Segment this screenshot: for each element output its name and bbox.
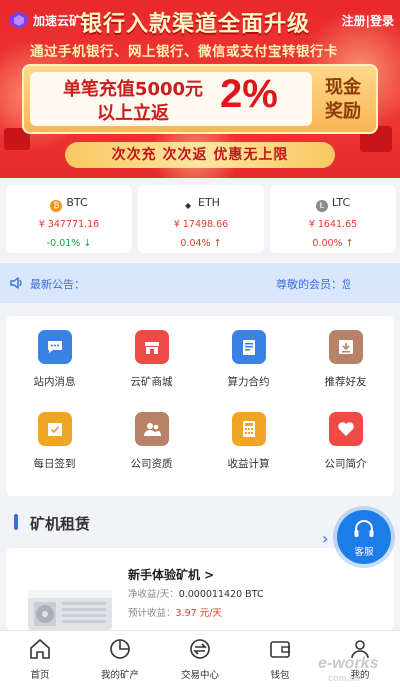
product-card[interactable]: 新手体验矿机 > 净收益/天：0.000011420 BTC 预计收益：3.97… (6, 548, 394, 630)
promo-box: 单笔充值5000元 以上立返 2% 现金 奖励 (22, 64, 378, 134)
grid-item-label: 公司简介 (324, 458, 367, 470)
grid-item-label: 站内消息 (33, 376, 76, 388)
nav-home[interactable]: 首页 (0, 631, 80, 687)
app-name: 加速云矿 (33, 14, 82, 28)
product-estimate: 预计收益：3.97 元/天 (128, 605, 222, 619)
ticker-change-value: 0.04% (180, 238, 211, 249)
bitcoin-icon: ₿ (50, 200, 63, 212)
headset-icon (354, 520, 374, 537)
watermark-sub: com.cn (328, 673, 360, 683)
customer-service-button[interactable]: 客服 (337, 510, 391, 564)
ticker-btc[interactable]: ₿ BTC ¥ 347771.16 -0.01% ↓ (6, 185, 132, 253)
ticker-change: 0.00% ↑ (270, 238, 396, 249)
qualification-icon (135, 412, 169, 446)
section-accent-bar (14, 514, 18, 530)
nav-label: 钱包 (270, 670, 290, 681)
ticker-name: Ł LTC (270, 196, 396, 212)
grid-item-label: 收益计算 (227, 458, 270, 470)
recommend-icon (329, 330, 363, 364)
ticker-change-value: 0.00% (312, 238, 343, 249)
grid-item-label: 公司资质 (130, 458, 173, 470)
ticker-price: ¥ 17498.66 (173, 219, 229, 230)
message-icon (38, 330, 72, 364)
grid-item-checkin[interactable]: 每日签到 (6, 398, 103, 478)
watermark-text: e-works (318, 655, 379, 672)
ticker-symbol: BTC (66, 196, 88, 209)
wallet-icon (270, 641, 290, 658)
announcement-message[interactable]: 尊敬的会员：您好 (276, 276, 350, 292)
pie-chart-icon (110, 639, 130, 659)
banner-title: 银行入款渠道全面升级 (80, 12, 311, 37)
grid-item-messages[interactable]: 站内消息 (6, 316, 103, 396)
contract-icon (232, 330, 266, 364)
chevron-right-icon[interactable]: › (322, 529, 328, 548)
product-income: 净收益/天：0.000011420 BTC (128, 586, 264, 600)
grid-item-label: 云矿商城 (130, 376, 173, 388)
heart-icon (329, 412, 363, 446)
feature-grid: 站内消息 云矿商城 算力合约 推荐好友 每日签到 公司资质 收益计算 公司简介 (6, 316, 394, 496)
grid-item-label: 推荐好友 (324, 376, 367, 388)
banner-slogan: 次次充 次次返 优惠无上限 (65, 142, 335, 168)
ticker-change: 0.04% ↑ (138, 238, 264, 249)
ticker-ltc[interactable]: Ł LTC ¥ 1641.65 0.00% ↑ (270, 185, 396, 253)
exchange-icon (190, 639, 210, 659)
watermark-logo: e-works com.cn (318, 655, 378, 683)
estimate-value: 3.97 元/天 (175, 608, 222, 619)
calculator-icon (232, 412, 266, 446)
income-value: 0.000011420 BTC (178, 589, 264, 600)
promo-line2: 以上立返 (97, 103, 169, 124)
ticker-change-value: -0.01% (46, 238, 81, 249)
ticker-symbol: LTC (331, 196, 351, 209)
speaker-icon (10, 277, 22, 289)
promo-reward-line2: 奖励 (325, 101, 361, 122)
ethereum-icon: ◆ (182, 200, 195, 212)
grid-item-label: 每日签到 (33, 458, 76, 470)
promo-line1: 单笔充值5000元 (62, 79, 204, 100)
store-icon (135, 330, 169, 364)
market-tickers: ₿ BTC ¥ 347771.16 -0.01% ↓ ◆ ETH ¥ 17498.6… (0, 178, 400, 258)
nav-trade-center[interactable]: 交易中心 (160, 631, 240, 687)
arrow-up-icon: ↑ (342, 238, 354, 249)
ticker-price: ¥ 1641.65 (308, 219, 358, 230)
ticker-name: ◆ ETH (138, 196, 264, 212)
litecoin-icon: Ł (315, 200, 328, 212)
grid-item-recommend[interactable]: 推荐好友 (297, 316, 394, 396)
mining-rig-image (28, 590, 112, 630)
ticker-change: -0.01% ↓ (6, 238, 132, 249)
promo-text: 单笔充值5000元 以上立返 (48, 78, 218, 126)
ticker-price: ¥ 347771.16 (38, 219, 100, 230)
grid-item-label: 算力合约 (227, 376, 270, 388)
grid-item-company-intro[interactable]: 公司简介 (297, 398, 394, 478)
nav-my-assets[interactable]: 我的矿产 (80, 631, 160, 687)
login-register-link[interactable]: 注册|登录 (342, 12, 394, 29)
app-logo-icon (10, 11, 28, 29)
grid-item-calculator[interactable]: 收益计算 (200, 398, 297, 478)
nav-label: 首页 (30, 670, 50, 681)
customer-service-label: 客服 (354, 547, 374, 558)
promo-banner[interactable]: 加速云矿 注册|登录 银行入款渠道全面升级 通过手机银行、网上银行、微信或支付宝… (0, 0, 400, 178)
ticker-symbol: ETH (198, 196, 220, 209)
ticker-name: ₿ BTC (6, 196, 132, 212)
promo-reward-line1: 现金 (325, 77, 361, 98)
nav-label: 我的矿产 (100, 670, 139, 681)
announcement-label: 最新公告： (30, 278, 85, 291)
nav-wallet[interactable]: 钱包 (240, 631, 320, 687)
grid-item-qualification[interactable]: 公司资质 (103, 398, 200, 478)
estimate-label: 预计收益： (128, 608, 176, 619)
nav-label: 交易中心 (180, 670, 219, 681)
announcement-bar[interactable]: 最新公告： 尊敬的会员：您好 (0, 263, 400, 303)
grid-item-store[interactable]: 云矿商城 (103, 316, 200, 396)
section-title: 矿机租赁 (30, 515, 91, 533)
checkin-icon (38, 412, 72, 446)
income-label: 净收益/天： (128, 589, 179, 600)
home-icon (30, 639, 50, 659)
banner-subtitle: 通过手机银行、网上银行、微信或支付宝转银行卡 (30, 44, 338, 60)
arrow-down-icon: ↓ (80, 238, 92, 249)
promo-reward: 现金 奖励 (318, 76, 368, 124)
promo-percent: 2% (220, 72, 278, 116)
grid-item-contract[interactable]: 算力合约 (200, 316, 297, 396)
arrow-up-icon: ↑ (210, 238, 222, 249)
ticker-eth[interactable]: ◆ ETH ¥ 17498.66 0.04% ↑ (138, 185, 264, 253)
product-name[interactable]: 新手体验矿机 > (128, 566, 214, 583)
